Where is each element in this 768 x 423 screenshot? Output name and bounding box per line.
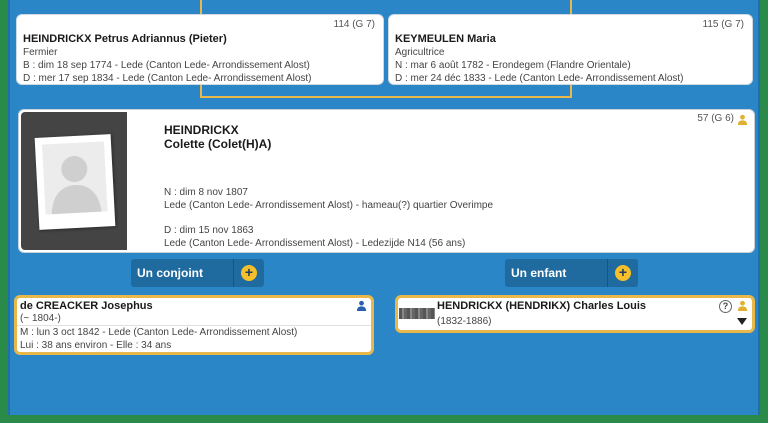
birth-place: Lede (Canton Lede- Arrondissement Alost)… [164, 200, 494, 211]
connector-parents-horizontal [200, 96, 572, 98]
plus-icon: + [241, 265, 257, 281]
death-info: D : mer 17 sep 1834 - Lede (Canton Lede-… [23, 73, 312, 84]
death-place: Lede (Canton Lede- Arrondissement Alost)… [164, 238, 466, 249]
plus-icon: + [615, 265, 631, 281]
child-card[interactable]: HENDRICKX (HENDRIKX) Charles Louis (1832… [395, 295, 755, 333]
ages-at-marriage: Lui : 38 ans environ - Elle : 34 ans [20, 340, 172, 351]
sosa-number: 57 (G 6) [697, 113, 734, 124]
marriage-info: M : lun 3 oct 1842 - Lede (Canton Lede- … [20, 327, 298, 338]
photo-area [21, 112, 127, 250]
person-name[interactable]: HEINDRICKX Petrus Adriannus (Pieter) [23, 33, 227, 45]
help-icon[interactable]: ? [719, 300, 732, 313]
person-silhouette-icon [51, 156, 102, 215]
female-user-icon [737, 300, 748, 311]
chevron-down-icon[interactable] [737, 318, 747, 325]
button-separator [233, 259, 234, 287]
father-card[interactable]: 114 (G 7) HEINDRICKX Petrus Adriannus (P… [16, 14, 384, 85]
divider [17, 325, 371, 326]
child-photo-thumbnail [399, 308, 435, 319]
mother-card[interactable]: 115 (G 7) KEYMEULEN Maria Agricultrice N… [388, 14, 753, 85]
male-user-icon [356, 300, 367, 311]
connector-top-left [200, 0, 202, 14]
spouse-card[interactable]: de CREACKER Josephus (~ 1804-) M : lun 3… [14, 295, 374, 355]
occupation: Fermier [23, 47, 58, 58]
button-separator [607, 259, 608, 287]
birth-info: B : dim 18 sep 1774 - Lede (Canton Lede-… [23, 60, 310, 71]
tree-canvas: 114 (G 7) HEINDRICKX Petrus Adriannus (P… [8, 0, 760, 415]
button-label: Un enfant [511, 266, 567, 280]
birth-info: N : mar 6 août 1782 - Erondegem (Flandre… [395, 60, 631, 71]
person-given-name: Colette (Colet(H)A) [164, 137, 272, 151]
female-user-icon [737, 114, 748, 125]
child-name[interactable]: HENDRICKX (HENDRIKX) Charles Louis [437, 300, 646, 312]
main-person-card: 57 (G 6) HEINDRICKX Colette (Colet(H)A) … [18, 109, 755, 253]
spouse-years: (~ 1804-) [20, 313, 61, 324]
child-years: (1832-1886) [437, 316, 492, 327]
avatar-placeholder[interactable] [34, 134, 116, 230]
sosa-number: 115 (G 7) [702, 19, 745, 30]
person-name[interactable]: KEYMEULEN Maria [395, 33, 496, 45]
sosa-number: 114 (G 7) [333, 19, 376, 30]
spouse-name[interactable]: de CREACKER Josephus [20, 300, 153, 312]
death-info: D : mer 24 déc 1833 - Lede (Canton Lede-… [395, 73, 684, 84]
connector-top-right [570, 0, 572, 14]
death-date: D : dim 15 nov 1863 [164, 225, 254, 236]
button-label: Un conjoint [137, 266, 203, 280]
add-spouse-button[interactable]: Un conjoint + [131, 259, 264, 287]
birth-date: N : dim 8 nov 1807 [164, 187, 248, 198]
add-child-button[interactable]: Un enfant + [505, 259, 638, 287]
occupation: Agricultrice [395, 47, 445, 58]
person-surname: HEINDRICKX [164, 123, 239, 137]
